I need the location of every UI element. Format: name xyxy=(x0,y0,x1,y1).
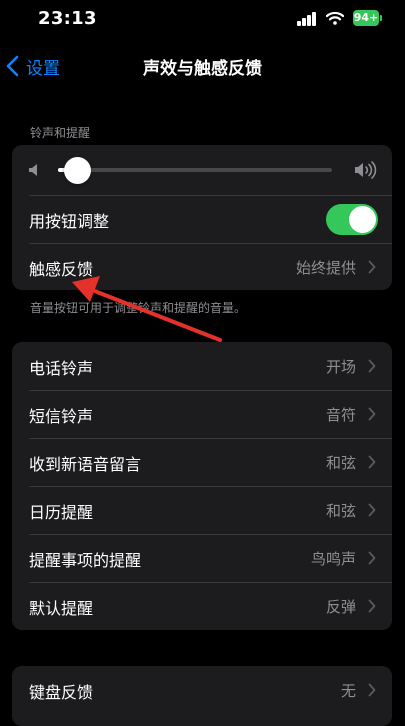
volume-slider-row xyxy=(12,145,392,195)
toggle-knob xyxy=(349,206,376,233)
keyboard-feedback-row[interactable]: 键盘反馈 无 xyxy=(12,666,392,714)
ringer-footer-note: 音量按钮可用于调整铃声和提醒的音量。 xyxy=(30,301,247,315)
sound-row-reminder-alerts[interactable]: 提醒事项的提醒 鸟鸣声 xyxy=(12,534,392,582)
haptics-row[interactable]: 触感反馈 始终提供 xyxy=(12,243,392,290)
navigation-bar: 设置 声效与触感反馈 xyxy=(0,44,405,88)
chevron-right-icon xyxy=(368,455,376,469)
sound-row-new-voicemail[interactable]: 收到新语音留言 和弦 xyxy=(12,438,392,486)
row-value: 音符 xyxy=(325,406,356,424)
battery-icon: 94+ xyxy=(353,10,379,26)
section-header-ringer: 铃声和提醒 xyxy=(30,126,91,140)
clock: 23:13 xyxy=(38,8,97,29)
row-value: 开场 xyxy=(325,358,356,376)
chevron-right-icon xyxy=(368,407,376,421)
row-value: 鸟鸣声 xyxy=(310,550,356,568)
chevron-right-icon xyxy=(368,599,376,613)
row-label: 默认提醒 xyxy=(29,599,94,618)
row-value: 和弦 xyxy=(325,502,356,520)
row-label: 键盘反馈 xyxy=(29,683,94,702)
volume-slider[interactable] xyxy=(58,157,332,184)
sound-row-default-alerts[interactable]: 默认提醒 反弹 xyxy=(12,582,392,630)
chevron-right-icon xyxy=(368,683,376,697)
page-title: 声效与触感反馈 xyxy=(143,59,262,79)
sound-row-calendar-alerts[interactable]: 日历提醒 和弦 xyxy=(12,486,392,534)
speaker-high-icon xyxy=(355,161,377,179)
keyboard-group: 键盘反馈 无 xyxy=(12,666,392,726)
haptics-value: 始终提供 xyxy=(295,259,356,277)
wifi-icon xyxy=(326,11,344,25)
battery-cap xyxy=(380,15,382,21)
chevron-right-icon xyxy=(368,503,376,517)
sound-row-ringtone[interactable]: 电话铃声 开场 xyxy=(12,342,392,390)
row-value: 反弹 xyxy=(325,598,356,616)
row-label: 电话铃声 xyxy=(29,359,94,378)
cellular-signal-icon xyxy=(297,12,319,26)
speaker-low-icon xyxy=(29,164,37,176)
row-label: 短信铃声 xyxy=(29,407,94,426)
sound-row-text-tone[interactable]: 短信铃声 音符 xyxy=(12,390,392,438)
haptics-label: 触感反馈 xyxy=(29,260,94,279)
row-label: 收到新语音留言 xyxy=(29,455,142,474)
change-with-buttons-label: 用按钮调整 xyxy=(29,212,110,231)
row-label: 提醒事项的提醒 xyxy=(29,551,142,570)
chevron-right-icon xyxy=(368,551,376,565)
chevron-right-icon xyxy=(368,359,376,373)
ringer-group: 用按钮调整 触感反馈 始终提供 xyxy=(12,145,392,290)
change-with-buttons-row: 用按钮调整 xyxy=(12,195,392,243)
row-label: 日历提醒 xyxy=(29,503,94,522)
volume-slider-knob[interactable] xyxy=(63,157,91,184)
status-bar: 23:13 94+ xyxy=(0,0,405,40)
row-value: 和弦 xyxy=(325,454,356,472)
change-with-buttons-toggle[interactable] xyxy=(326,204,378,235)
row-value: 无 xyxy=(340,682,356,700)
sounds-group: 电话铃声 开场 短信铃声 音符 收到新语音留言 和弦 日历提醒 和弦 提醒事项的… xyxy=(12,342,392,630)
chevron-right-icon xyxy=(368,260,376,274)
